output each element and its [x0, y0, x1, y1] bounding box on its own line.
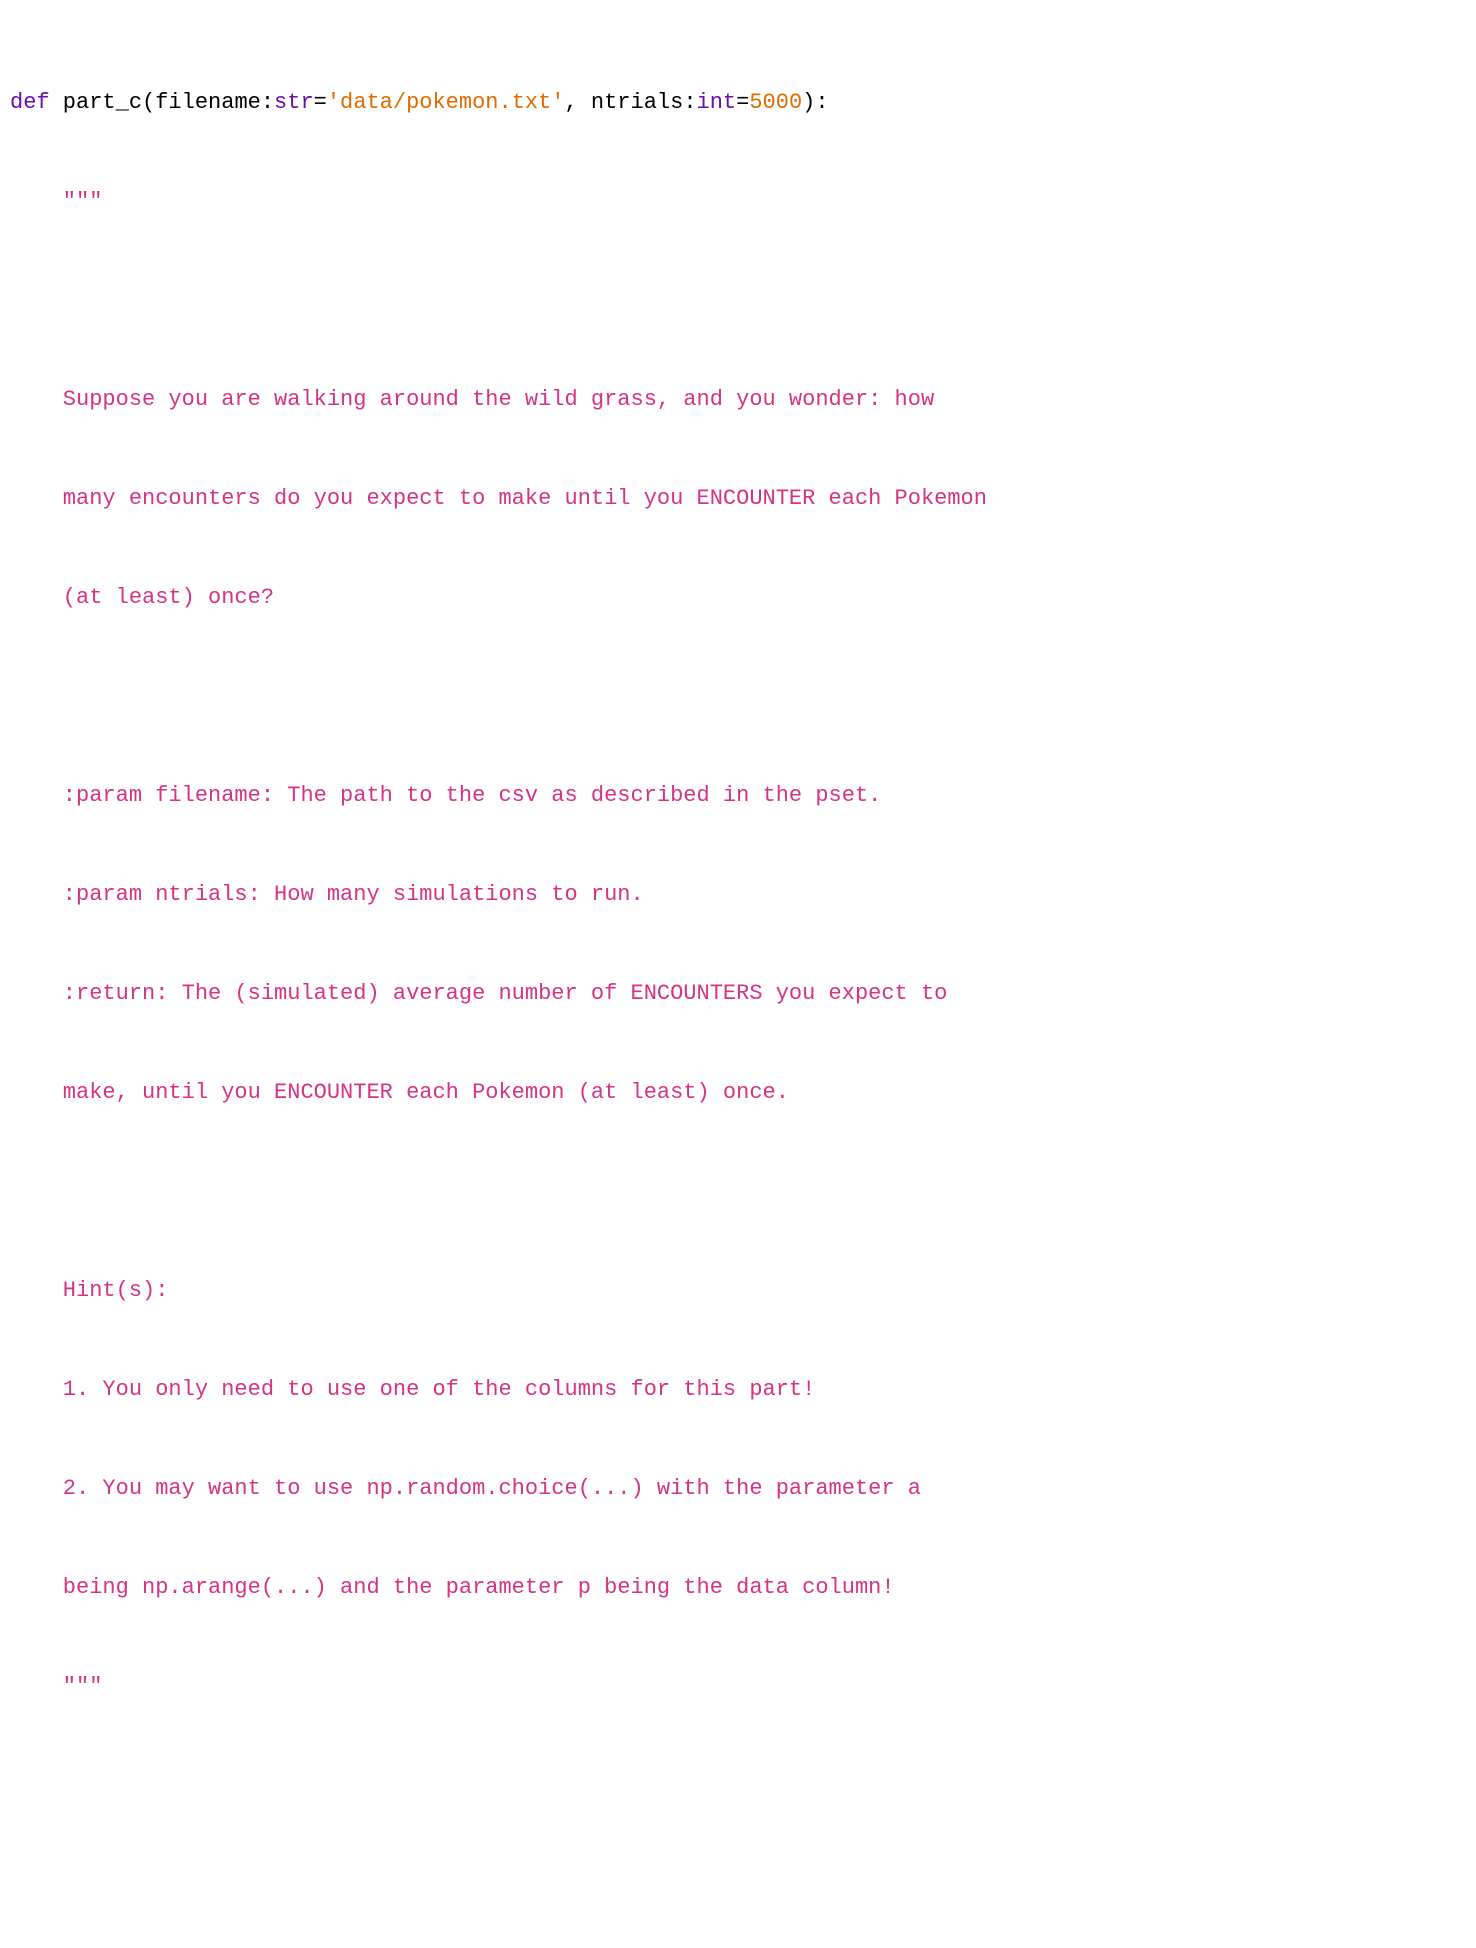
docstring-text-3: (at least) once? [10, 585, 274, 610]
docstring-line-1: Suppose you are walking around the wild … [10, 383, 1466, 416]
docstring-text-9: 1. You only need to use one of the colum… [10, 1377, 815, 1402]
docstring-delimiter-open: """ [10, 189, 102, 214]
docstring-line-2: many encounters do you expect to make un… [10, 482, 1466, 515]
blank-line-1 [10, 284, 1466, 317]
docstring-text-1: Suppose you are walking around the wild … [10, 387, 934, 412]
code-line-def: def part_c(filename:str='data/pokemon.tx… [10, 86, 1466, 119]
function-name: part_c(filename: [50, 90, 274, 115]
docstring-delimiter-close: """ [10, 1674, 102, 1699]
blank-line-2 [10, 680, 1466, 713]
docstring-text-2: many encounters do you expect to make un… [10, 486, 987, 511]
docstring-close-1: """ [10, 1670, 1466, 1703]
docstring-text-11: being np.arange(...) and the parameter p… [10, 1575, 895, 1600]
blank-line-3 [10, 1175, 1466, 1208]
default-filename: 'data/pokemon.txt' [327, 90, 565, 115]
equals-sign: = [314, 90, 327, 115]
blank-line-5 [10, 1868, 1466, 1901]
docstring-line-10: 2. You may want to use np.random.choice(… [10, 1472, 1466, 1505]
docstring-line-7: make, until you ENCOUNTER each Pokemon (… [10, 1076, 1466, 1109]
blank-line-4 [10, 1769, 1466, 1802]
code-editor: def part_c(filename:str='data/pokemon.tx… [10, 20, 1466, 1948]
docstring-open-1: """ [10, 185, 1466, 218]
keyword-def: def [10, 90, 50, 115]
docstring-text-6: :return: The (simulated) average number … [10, 981, 947, 1006]
docstring-line-3: (at least) once? [10, 581, 1466, 614]
type-str: str [274, 90, 314, 115]
type-int: int [697, 90, 737, 115]
equals-sign2: = [736, 90, 749, 115]
docstring-text-10: 2. You may want to use np.random.choice(… [10, 1476, 921, 1501]
docstring-line-6: :return: The (simulated) average number … [10, 977, 1466, 1010]
docstring-line-5: :param ntrials: How many simulations to … [10, 878, 1466, 911]
comma-space: , ntrials: [565, 90, 697, 115]
docstring-line-11: being np.arange(...) and the parameter p… [10, 1571, 1466, 1604]
docstring-text-4: :param filename: The path to the csv as … [10, 783, 881, 808]
docstring-text-8: Hint(s): [10, 1278, 168, 1303]
docstring-text-5: :param ntrials: How many simulations to … [10, 882, 644, 907]
default-ntrials: 5000 [749, 90, 802, 115]
docstring-text-7: make, until you ENCOUNTER each Pokemon (… [10, 1080, 789, 1105]
docstring-line-9: 1. You only need to use one of the colum… [10, 1373, 1466, 1406]
docstring-line-4: :param filename: The path to the csv as … [10, 779, 1466, 812]
closing-paren: ): [802, 90, 828, 115]
docstring-line-8: Hint(s): [10, 1274, 1466, 1307]
